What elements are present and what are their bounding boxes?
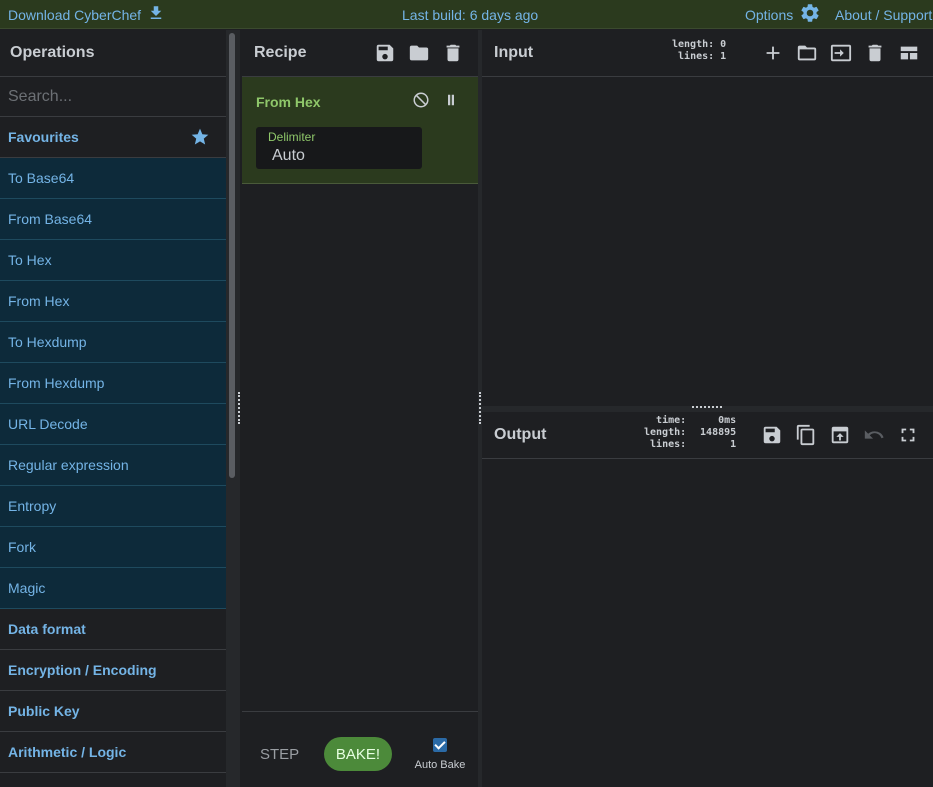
input-panel: Input length: 0 lines: 1: [482, 30, 933, 406]
top-bar: Download CyberChef Last build: 6 days ag…: [0, 0, 933, 29]
undo-icon[interactable]: [863, 424, 885, 451]
input-title: Input: [494, 44, 534, 61]
open-folder-icon[interactable]: [796, 42, 818, 69]
input-header: Input length: 0 lines: 1: [482, 30, 933, 77]
category-data-format[interactable]: Data format: [0, 609, 226, 650]
recipe-panel: Recipe From Hex Delimiter Auto STEP BAKE…: [242, 30, 478, 787]
download-icon: [147, 4, 165, 25]
input-length-value: 0: [720, 39, 727, 50]
operation-item[interactable]: Fork: [0, 527, 226, 568]
delimiter-label: Delimiter: [268, 130, 316, 144]
pause-icon[interactable]: [442, 91, 460, 114]
operation-item[interactable]: To Hex: [0, 240, 226, 281]
about-label: About / Support: [835, 6, 933, 23]
replace-input-icon[interactable]: [829, 424, 851, 451]
download-label: Download CyberChef: [8, 6, 142, 23]
operation-item[interactable]: From Hexdump: [0, 363, 226, 404]
category-encryption-encoding[interactable]: Encryption / Encoding: [0, 650, 226, 691]
gear-icon: [799, 2, 821, 27]
operation-item[interactable]: To Base64: [0, 158, 226, 199]
clear-input-icon[interactable]: [864, 42, 886, 69]
recipe-title: Recipe: [254, 44, 307, 61]
output-panel: Output time: 0ms length: 148895 lines: 1: [482, 412, 933, 787]
output-length-label: length:: [644, 427, 687, 438]
output-length-value: 148895: [700, 427, 737, 438]
operation-item[interactable]: URL Decode: [0, 404, 226, 445]
output-header: Output time: 0ms length: 148895 lines: 1: [482, 412, 933, 459]
search-box: [0, 77, 226, 117]
output-lines-value: 1: [730, 439, 737, 450]
category-arithmetic-logic[interactable]: Arithmetic / Logic: [0, 732, 226, 773]
resize-handle-io[interactable]: [692, 406, 722, 409]
search-input[interactable]: [0, 77, 226, 117]
output-lines-label: lines:: [650, 439, 687, 450]
delimiter-value[interactable]: Auto: [272, 147, 305, 165]
clear-recipe-icon[interactable]: [442, 42, 464, 69]
options-button[interactable]: Options: [745, 0, 821, 29]
layout-icon[interactable]: [898, 42, 920, 69]
input-lines-value: 1: [720, 51, 727, 62]
save-output-icon[interactable]: [761, 424, 783, 451]
delimiter-field[interactable]: Delimiter Auto: [256, 127, 422, 169]
download-link[interactable]: Download CyberChef: [8, 0, 165, 29]
output-stats: time: 0ms length: 148895 lines: 1: [644, 415, 736, 451]
auto-bake-toggle[interactable]: Auto Bake: [412, 738, 468, 771]
operation-item[interactable]: From Base64: [0, 199, 226, 240]
output-title: Output: [494, 426, 547, 443]
operations-scroll-thumb[interactable]: [229, 33, 235, 478]
recipe-header: Recipe: [242, 30, 478, 77]
operation-item[interactable]: From Hex: [0, 281, 226, 322]
category-label: Favourites: [8, 129, 79, 145]
operation-item[interactable]: To Hexdump: [0, 322, 226, 363]
input-lines-label: lines:: [678, 51, 715, 62]
resize-handle-ops[interactable]: [238, 392, 241, 424]
add-input-icon[interactable]: [762, 42, 784, 69]
operation-item[interactable]: Magic: [0, 568, 226, 609]
star-icon[interactable]: [190, 127, 210, 150]
disable-icon[interactable]: [412, 91, 430, 114]
output-time-label: time:: [656, 415, 687, 426]
checkbox-checked-icon[interactable]: [433, 738, 447, 752]
save-recipe-icon[interactable]: [374, 42, 396, 69]
input-length-label: length:: [672, 39, 715, 50]
auto-bake-label: Auto Bake: [414, 759, 466, 771]
fullscreen-icon[interactable]: [897, 424, 919, 451]
recipe-operation-card[interactable]: From Hex Delimiter Auto: [242, 77, 478, 184]
operation-name: From Hex: [256, 94, 321, 110]
open-file-icon[interactable]: [830, 42, 852, 69]
build-label: Last build: 6 days ago: [402, 6, 539, 23]
copy-icon[interactable]: [795, 424, 817, 451]
category-public-key[interactable]: Public Key: [0, 691, 226, 732]
operations-title: Operations: [0, 30, 226, 77]
operations-panel: Operations Favourites To Base64 From Bas…: [0, 30, 226, 787]
bake-button[interactable]: BAKE!: [324, 737, 392, 771]
operation-item[interactable]: Regular expression: [0, 445, 226, 486]
output-time-value: 0ms: [718, 415, 737, 426]
operation-item[interactable]: Entropy: [0, 486, 226, 527]
options-label: Options: [745, 6, 794, 23]
category-favourites[interactable]: Favourites: [0, 117, 226, 158]
recipe-controls: STEP BAKE! Auto Bake: [242, 711, 478, 787]
input-stats: length: 0 lines: 1: [672, 39, 726, 63]
build-info: Last build: 6 days ago: [402, 0, 538, 29]
load-recipe-icon[interactable]: [408, 42, 430, 69]
step-button[interactable]: STEP: [260, 746, 299, 763]
about-link[interactable]: About / Support: [835, 0, 932, 29]
